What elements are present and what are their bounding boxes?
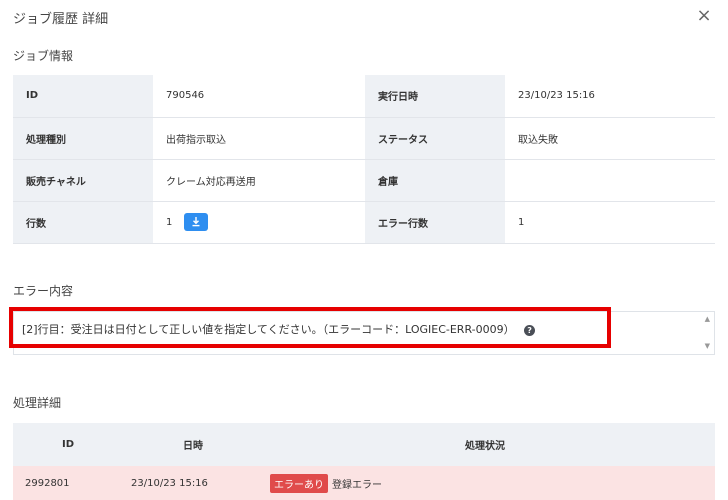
scroll-up-arrow-icon[interactable]: ▲ <box>705 315 710 323</box>
error-section-title: エラー内容 <box>13 284 74 298</box>
column-header-datetime: 日時 <box>123 423 263 466</box>
row-datetime: 23/10/23 15:16 <box>123 466 263 500</box>
info-value-warehouse <box>505 159 715 202</box>
info-row: 行数 1 エラー行数 1 <box>13 201 715 244</box>
row-id: 2992801 <box>13 466 123 500</box>
close-button[interactable]: × <box>694 6 714 26</box>
column-header-id: ID <box>13 423 123 466</box>
info-label-row-count: 行数 <box>13 201 153 244</box>
download-icon <box>192 217 200 227</box>
info-row: 処理種別 出荷指示取込 ステータス 取込失敗 <box>13 117 715 160</box>
scroll-down-arrow-icon[interactable]: ▼ <box>705 342 710 350</box>
close-icon: × <box>696 5 712 26</box>
error-badge: エラーあり <box>270 473 328 493</box>
info-value-id: 790546 <box>153 75 365 118</box>
table-row[interactable]: 2992801 23/10/23 15:16 エラーあり 登録エラー <box>13 466 715 500</box>
info-label-sales-channel: 販売チャネル <box>13 159 153 202</box>
error-message-box[interactable]: [2]行目：受注日は日付として正しい値を指定してください。（エラーコード：LOG… <box>13 311 715 355</box>
modal-title: ジョブ履歴 詳細 <box>13 12 109 27</box>
info-value-executed-at: 23/10/23 15:16 <box>505 75 715 118</box>
info-label-error-row-count: エラー行数 <box>365 201 505 244</box>
info-value-row-count-cell: 1 <box>153 201 365 244</box>
row-status: 登録エラー <box>332 479 382 491</box>
column-header-status: 処理状況 <box>263 423 715 466</box>
info-label-id: ID <box>13 75 153 118</box>
info-value-status: 取込失敗 <box>505 117 715 160</box>
error-message: [2]行目：受注日は日付として正しい値を指定してください。（エラーコード：LOG… <box>22 323 515 336</box>
download-button[interactable] <box>183 213 208 231</box>
info-label-warehouse: 倉庫 <box>365 159 505 202</box>
detail-section-title: 処理詳細 <box>13 396 62 410</box>
row-status-cell: エラーあり 登録エラー <box>263 466 715 500</box>
job-info-section-title: ジョブ情報 <box>13 49 74 63</box>
info-value-process-type: 出荷指示取込 <box>153 117 365 160</box>
process-detail-table: ID 日時 処理状況 2992801 23/10/23 15:16 エラーあり登… <box>13 423 715 500</box>
info-value-sales-channel: クレーム対応再送用 <box>153 159 365 202</box>
help-icon[interactable]: ? <box>524 324 536 336</box>
error-message-line: [2]行目：受注日は日付として正しい値を指定してください。（エラーコード：LOG… <box>22 321 536 337</box>
info-value-error-row-count: 1 <box>505 201 715 244</box>
table-header-row: ID 日時 処理状況 <box>13 423 715 466</box>
job-info-table: ID 790546 実行日時 23/10/23 15:16 処理種別 出荷指示取… <box>13 75 715 244</box>
info-label-status: ステータス <box>365 117 505 160</box>
info-value-row-count: 1 <box>166 217 173 228</box>
info-row: ID 790546 実行日時 23/10/23 15:16 <box>13 75 715 118</box>
info-label-process-type: 処理種別 <box>13 117 153 160</box>
info-row: 販売チャネル クレーム対応再送用 倉庫 <box>13 159 715 202</box>
info-label-executed-at: 実行日時 <box>365 75 505 118</box>
